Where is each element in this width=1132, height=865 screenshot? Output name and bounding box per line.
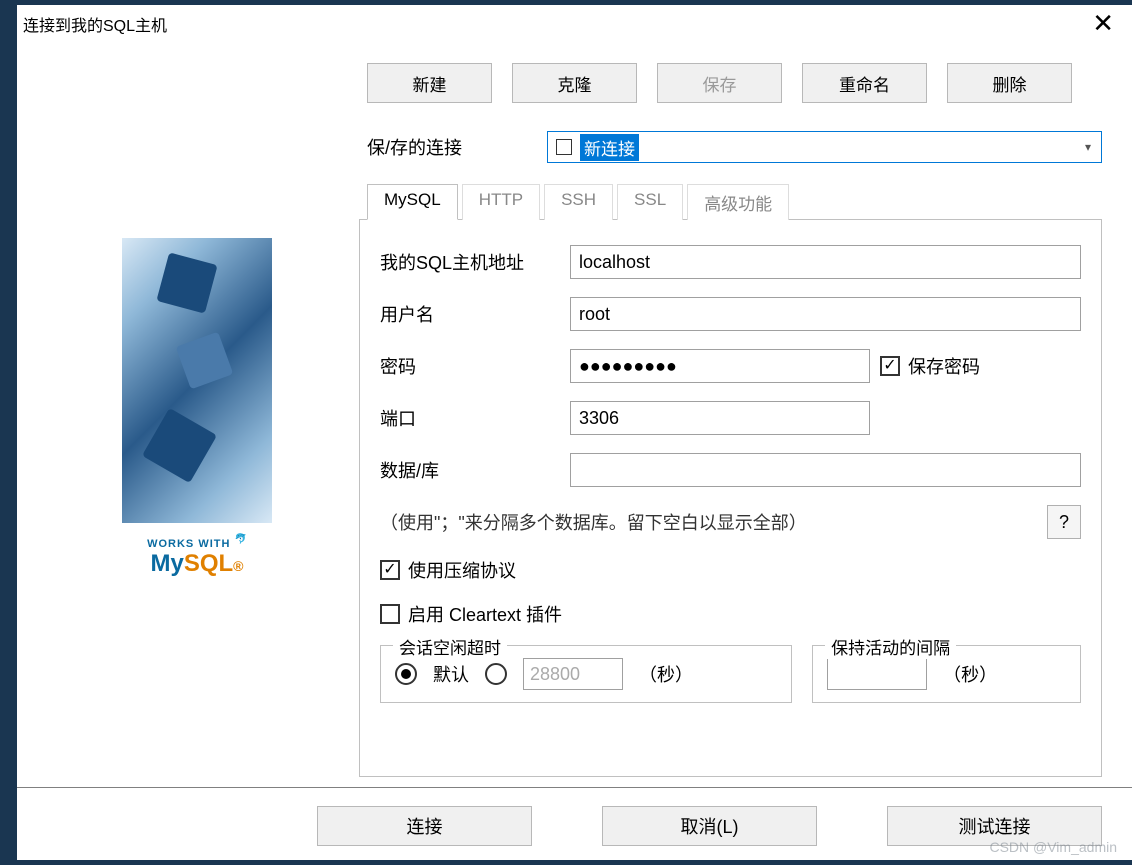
- help-button[interactable]: ?: [1047, 505, 1081, 539]
- titlebar: 连接到我的SQL主机 ✕: [17, 5, 1132, 43]
- checkbox-checked-icon: ✓: [880, 356, 900, 376]
- saved-connections-dropdown[interactable]: 新连接 ▾: [547, 131, 1102, 163]
- dialog-window: 连接到我的SQL主机 ✕ WORKS WITH 🐬 MySQL® 新建: [17, 5, 1132, 860]
- new-button[interactable]: 新建: [367, 63, 492, 103]
- close-icon[interactable]: ✕: [1084, 8, 1122, 39]
- port-input[interactable]: [570, 401, 870, 435]
- keepalive-unit: （秒）: [943, 661, 997, 687]
- host-label: 我的SQL主机地址: [380, 249, 560, 275]
- compress-checkbox[interactable]: ✓ 使用压缩协议: [380, 557, 1081, 583]
- session-timeout-legend: 会话空闲超时: [393, 634, 507, 659]
- save-password-checkbox[interactable]: ✓ 保存密码: [880, 353, 980, 379]
- rename-button[interactable]: 重命名: [802, 63, 927, 103]
- checkbox-unchecked-icon: [380, 604, 400, 624]
- host-input[interactable]: [570, 245, 1081, 279]
- tab-panel-mysql: 我的SQL主机地址 用户名 密码 ✓ 保存密码 端口: [359, 219, 1102, 777]
- database-input[interactable]: [570, 453, 1081, 487]
- dialog-title: 连接到我的SQL主机: [23, 12, 167, 36]
- mysql-logo-block: WORKS WITH 🐬 MySQL®: [122, 523, 272, 593]
- cleartext-checkbox[interactable]: 启用 Cleartext 插件: [380, 601, 1081, 627]
- saved-connections-label: 保/存的连接: [367, 134, 537, 160]
- chevron-down-icon: ▾: [1085, 140, 1091, 154]
- keepalive-legend: 保持活动的间隔: [825, 634, 956, 659]
- tab-advanced[interactable]: 高级功能: [687, 184, 789, 220]
- clone-button[interactable]: 克隆: [512, 63, 637, 103]
- puzzle-graphic: [122, 238, 272, 523]
- delete-button[interactable]: 删除: [947, 63, 1072, 103]
- username-label: 用户名: [380, 301, 560, 327]
- connect-button[interactable]: 连接: [317, 806, 532, 846]
- keepalive-group: 保持活动的间隔 （秒）: [812, 645, 1081, 703]
- username-input[interactable]: [570, 297, 1081, 331]
- tab-ssl[interactable]: SSL: [617, 184, 683, 220]
- save-button[interactable]: 保存: [657, 63, 782, 103]
- database-hint: （使用"；"来分隔多个数据库。留下空白以显示全部）: [380, 509, 1037, 535]
- tab-ssh[interactable]: SSH: [544, 184, 613, 220]
- dropdown-selected-text: 新连接: [580, 134, 639, 161]
- timeout-custom-radio[interactable]: [485, 663, 507, 685]
- database-label: 数据/库: [380, 457, 560, 483]
- session-timeout-group: 会话空闲超时 默认 （秒）: [380, 645, 792, 703]
- timeout-custom-input[interactable]: [523, 658, 623, 690]
- tab-http[interactable]: HTTP: [462, 184, 540, 220]
- dropdown-check-icon: [556, 139, 572, 155]
- keepalive-input[interactable]: [827, 658, 927, 690]
- checkbox-checked-icon: ✓: [380, 560, 400, 580]
- test-connection-button[interactable]: 测试连接: [887, 806, 1102, 846]
- tab-mysql[interactable]: MySQL: [367, 184, 458, 220]
- timeout-default-radio[interactable]: [395, 663, 417, 685]
- dialog-footer: 连接 取消(L) 测试连接: [17, 787, 1132, 860]
- mysql-logo-text: MySQL®: [150, 550, 243, 578]
- dolphin-icon: 🐬: [234, 534, 246, 545]
- sidebar-image: WORKS WITH 🐬 MySQL®: [47, 63, 347, 777]
- works-with-label: WORKS WITH: [147, 538, 230, 550]
- timeout-unit: （秒）: [639, 661, 693, 687]
- timeout-default-label: 默认: [433, 661, 469, 687]
- port-label: 端口: [380, 405, 560, 431]
- cancel-button[interactable]: 取消(L): [602, 806, 817, 846]
- password-input[interactable]: [570, 349, 870, 383]
- password-label: 密码: [380, 353, 560, 379]
